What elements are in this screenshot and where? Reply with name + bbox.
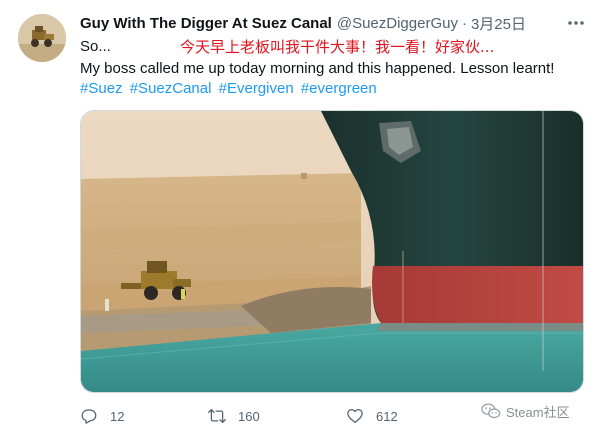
- tweet-date[interactable]: 3月25日: [471, 13, 526, 34]
- hashtag-link[interactable]: #Suez: [80, 80, 123, 97]
- user-handle[interactable]: @SuezDiggerGuy: [337, 15, 458, 32]
- reply-icon: [81, 409, 97, 424]
- tweet-photo[interactable]: [80, 110, 584, 393]
- tweet-text-line-2: My boss called me up today morning and t…: [80, 60, 555, 77]
- tweet-text-line-1: So...: [80, 37, 111, 57]
- tweet-text-prefix: So...: [80, 38, 111, 55]
- hashtag-list: #Suez #SuezCanal #Evergiven #evergreen: [80, 79, 380, 99]
- retweet-button[interactable]: 160: [208, 404, 260, 428]
- more-icon[interactable]: [566, 13, 586, 33]
- reply-button[interactable]: 12: [80, 404, 124, 428]
- hashtag-link[interactable]: #evergreen: [301, 80, 377, 97]
- watermark-text: Steam社区: [506, 404, 570, 420]
- like-button[interactable]: 612: [346, 404, 398, 428]
- retweet-count: 160: [238, 408, 260, 424]
- chinese-annotation: 今天早上老板叫我干件大事！我一看！好家伙...: [180, 38, 495, 56]
- tweet-header: Guy With The Digger At Suez Canal @SuezD…: [80, 12, 526, 34]
- reply-count: 12: [110, 408, 125, 424]
- retweet-icon: [208, 408, 226, 424]
- tweet: Guy With The Digger At Suez Canal @SuezD…: [0, 0, 602, 436]
- watermark: Steam社区: [480, 400, 570, 422]
- wechat-icon: [481, 403, 501, 419]
- avatar[interactable]: [18, 14, 66, 62]
- hashtag-link[interactable]: #SuezCanal: [130, 80, 212, 97]
- heart-icon: [347, 408, 363, 424]
- separator-dot: ·: [461, 14, 467, 32]
- hashtag-link[interactable]: #Evergiven: [219, 80, 294, 97]
- like-count: 612: [376, 408, 398, 424]
- display-name[interactable]: Guy With The Digger At Suez Canal: [80, 15, 332, 32]
